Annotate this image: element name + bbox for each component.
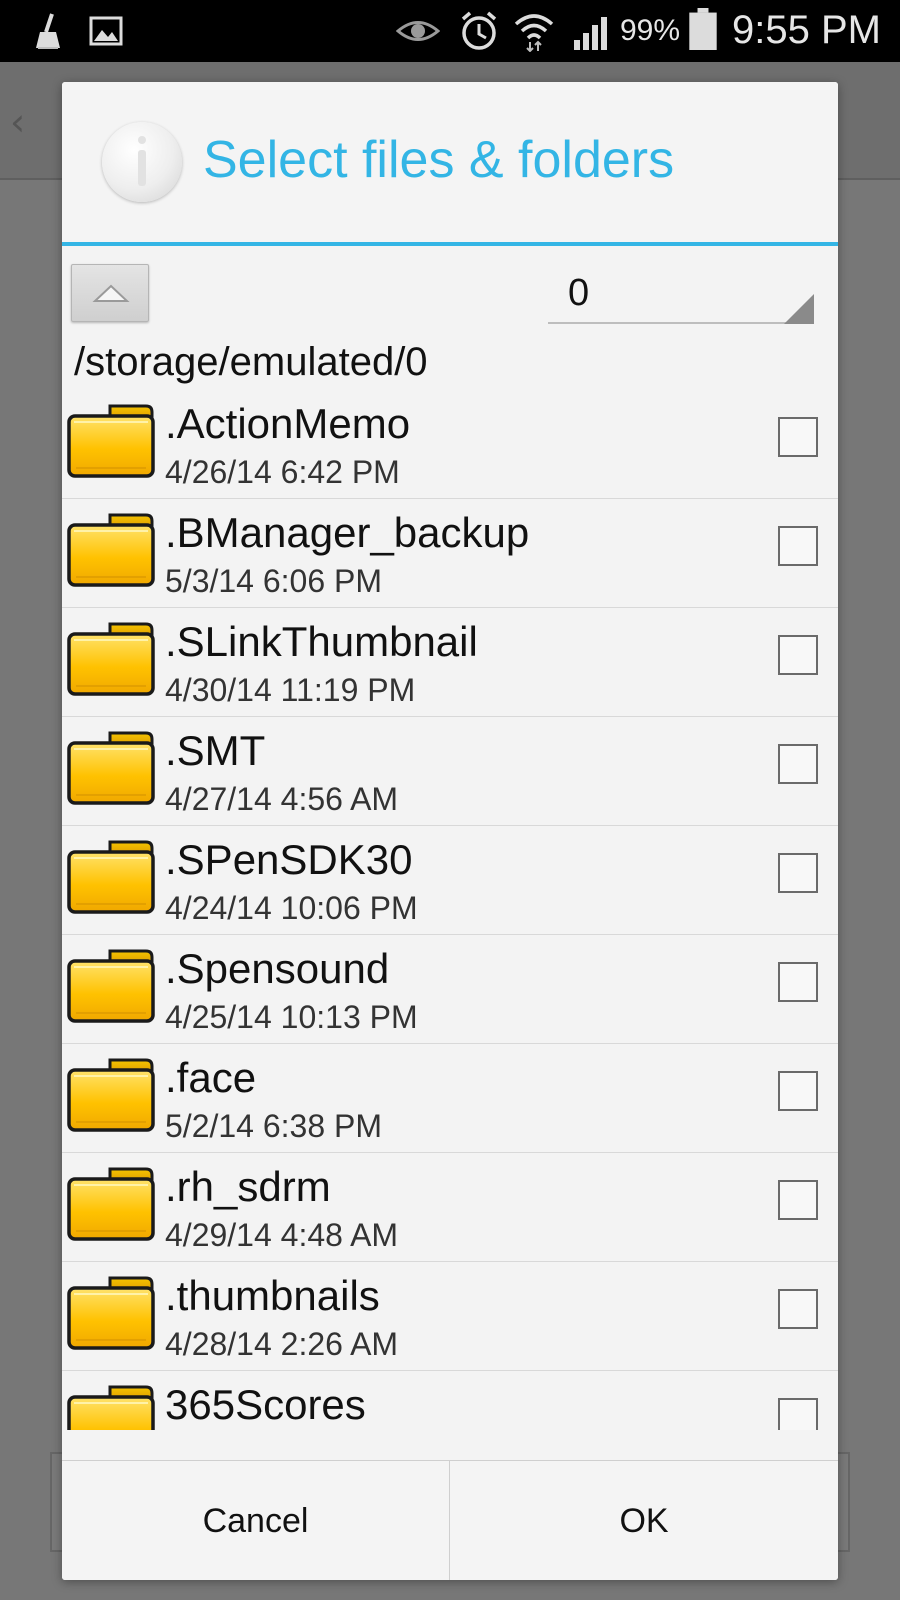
wifi-icon — [514, 14, 554, 52]
back-chevron-icon: ‹ — [10, 100, 26, 144]
title-divider — [62, 242, 838, 246]
file-name: .rh_sdrm — [165, 1163, 331, 1210]
dialog-header: Select files & folders — [62, 82, 838, 242]
file-date: 4/24/14 10:06 PM — [165, 890, 418, 926]
file-date: 5/3/14 6:06 PM — [165, 563, 383, 599]
alarm-icon — [461, 11, 497, 50]
file-checkbox[interactable] — [778, 526, 818, 566]
file-checkbox[interactable] — [778, 1180, 818, 1220]
file-list-item[interactable]: 365Scores 5/3/14 6:18 AM — [62, 1371, 838, 1430]
clock: 9:55 PM — [732, 8, 881, 52]
file-list-item[interactable]: .Spensound 4/25/14 10:13 PM — [62, 935, 838, 1044]
file-date: 4/27/14 4:56 AM — [165, 781, 399, 817]
file-date: 4/29/14 4:48 AM — [165, 1217, 399, 1253]
file-name: .ActionMemo — [165, 400, 411, 447]
chevron-up-icon — [92, 284, 130, 302]
folder-icon — [67, 1167, 155, 1241]
file-list-item[interactable]: .SPenSDK30 4/24/14 10:06 PM — [62, 826, 838, 935]
file-date: 4/30/14 11:19 PM — [165, 672, 416, 708]
file-checkbox[interactable] — [778, 1289, 818, 1329]
folder-icon — [67, 622, 155, 696]
battery-icon — [689, 8, 717, 50]
ok-button[interactable]: OK — [450, 1461, 838, 1580]
parent-folder-button[interactable] — [71, 264, 149, 322]
file-list-item[interactable]: .SMT 4/27/14 4:56 AM — [62, 717, 838, 826]
status-bar: 99% 9:55 PM — [0, 0, 900, 62]
file-name: .SLinkThumbnail — [165, 618, 478, 665]
info-icon — [102, 122, 182, 202]
folder-icon — [67, 1058, 155, 1132]
file-checkbox[interactable] — [778, 635, 818, 675]
dialog-title: Select files & folders — [203, 131, 675, 189]
folder-icon — [67, 1385, 155, 1430]
file-checkbox[interactable] — [778, 962, 818, 1002]
file-name: 365Scores — [165, 1381, 366, 1428]
file-date: 4/26/14 6:42 PM — [165, 454, 400, 490]
file-checkbox[interactable] — [778, 853, 818, 893]
file-date: 4/25/14 10:13 PM — [165, 999, 418, 1035]
cleaner-icon — [36, 13, 60, 49]
file-list[interactable]: .ActionMemo 4/26/14 6:42 PM .BManager_ba… — [62, 390, 838, 1430]
spinner-value: 0 — [568, 272, 590, 314]
eye-icon — [396, 21, 440, 41]
file-checkbox[interactable] — [778, 417, 818, 457]
file-name: .BManager_backup — [165, 509, 530, 556]
cancel-button[interactable]: Cancel — [62, 1461, 450, 1580]
file-date: 4/28/14 2:26 AM — [165, 1326, 399, 1362]
file-name: .SMT — [165, 727, 266, 774]
file-picker-dialog: Select files & folders 0 /storage/emulat… — [62, 82, 838, 1580]
folder-icon — [67, 731, 155, 805]
folder-icon — [67, 949, 155, 1023]
file-checkbox[interactable] — [778, 744, 818, 784]
folder-icon — [67, 1276, 155, 1350]
file-checkbox[interactable] — [778, 1398, 818, 1430]
file-list-item[interactable]: .rh_sdrm 4/29/14 4:48 AM — [62, 1153, 838, 1262]
file-name: .Spensound — [165, 945, 390, 992]
file-list-item[interactable]: .face 5/2/14 6:38 PM — [62, 1044, 838, 1153]
file-list-item[interactable]: .ActionMemo 4/26/14 6:42 PM — [62, 390, 838, 499]
file-list-item[interactable]: .BManager_backup 5/3/14 6:06 PM — [62, 499, 838, 608]
current-path: /storage/emulated/0 — [74, 340, 428, 384]
dialog-button-bar: Cancel OK — [62, 1460, 838, 1580]
folder-icon — [67, 404, 155, 478]
file-name: .thumbnails — [165, 1272, 380, 1319]
folder-icon — [67, 840, 155, 914]
file-list-item[interactable]: .SLinkThumbnail 4/30/14 11:19 PM — [62, 608, 838, 717]
storage-spinner[interactable]: 0 — [548, 264, 814, 324]
battery-percent: 99% — [620, 14, 681, 47]
signal-icon — [574, 17, 607, 50]
folder-icon — [67, 513, 155, 587]
image-icon — [89, 16, 123, 46]
file-name: .face — [165, 1054, 257, 1101]
file-date: 5/2/14 6:38 PM — [165, 1108, 383, 1144]
file-checkbox[interactable] — [778, 1071, 818, 1111]
spinner-arrow-icon — [784, 294, 814, 324]
file-name: .SPenSDK30 — [165, 836, 413, 883]
file-list-item[interactable]: .thumbnails 4/28/14 2:26 AM — [62, 1262, 838, 1371]
